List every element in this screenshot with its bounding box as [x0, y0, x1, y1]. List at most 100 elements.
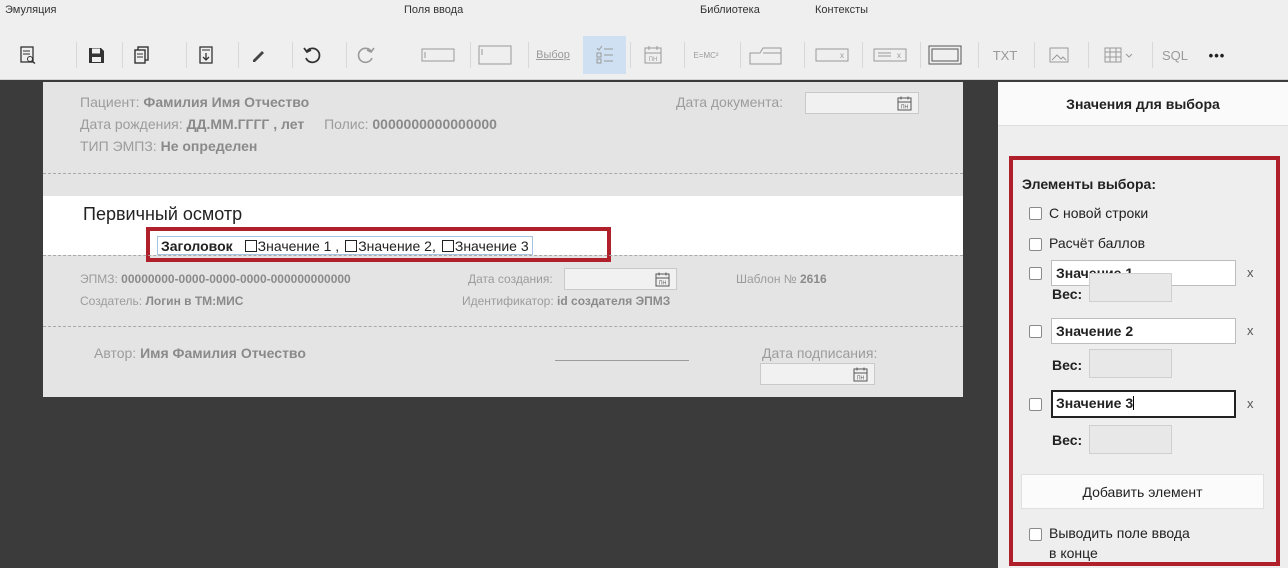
output-at-end-label-line2: в конце [1049, 545, 1098, 561]
item-2-value-input[interactable]: Значение 2 [1051, 318, 1236, 344]
copy-button[interactable] [122, 36, 162, 74]
patient-value: Фамилия Имя Отчество [143, 94, 310, 110]
creator-value: Логин в ТМ:МИС [145, 294, 244, 308]
redo-icon [357, 47, 375, 64]
identifier-label: Идентификатор: [462, 294, 554, 308]
group-label-input-fields: Поля ввода [404, 4, 464, 16]
block-icon [749, 47, 782, 65]
author-row: Автор: Имя Фамилия Отчество [94, 345, 306, 361]
text-cursor [1133, 396, 1135, 410]
svg-text:ПН: ПН [659, 281, 667, 287]
checkbox-group-field[interactable]: Заголовок Значение 1 , Значение 2, Значе… [157, 236, 533, 255]
preview-icon [20, 46, 36, 64]
item-3-checkbox[interactable] [1029, 398, 1042, 411]
svg-text:x: x [840, 51, 844, 60]
output-at-end-checkbox[interactable] [1029, 528, 1042, 541]
doc-date-input[interactable]: ПН [805, 92, 919, 114]
context-text-button[interactable]: x [862, 36, 918, 74]
score-checkbox[interactable] [1029, 238, 1042, 251]
item-3-value-input[interactable]: Значение 3 [1051, 390, 1236, 418]
doc-date-label: Дата документа: [676, 94, 784, 110]
sql-button[interactable]: SQL [1152, 36, 1198, 74]
group-label-contexts: Контексты [815, 4, 869, 16]
table-icon [1104, 47, 1133, 63]
txt-label: TXT [992, 47, 1018, 63]
text-field-icon [421, 48, 455, 62]
checkbox[interactable] [244, 239, 257, 252]
toolbar: Эмуляция Поля ввода Библиотека Контексты… [0, 0, 1288, 80]
created-date-label: Дата создания: [468, 272, 553, 286]
text-field-button[interactable] [410, 36, 466, 74]
preview-button[interactable] [8, 36, 48, 74]
edit-button[interactable] [238, 36, 278, 74]
more-button[interactable]: ••• [1198, 36, 1236, 74]
context-text-icon: x [873, 48, 907, 62]
save-icon [88, 47, 104, 63]
policy-value: 0000000000000000 [372, 116, 497, 132]
calendar-icon: ПН [644, 46, 662, 64]
context-field-button[interactable]: x [804, 36, 860, 74]
txt-button[interactable]: TXT [978, 36, 1032, 74]
textarea-icon [478, 45, 512, 65]
choice-label: Выбор [536, 49, 570, 61]
type-row: ТИП ЭМПЗ: Не определен [80, 138, 257, 154]
item-2-remove-button[interactable]: x [1247, 323, 1254, 338]
template-value: 2616 [800, 272, 827, 286]
checklist-button[interactable] [583, 36, 626, 74]
checkbox[interactable] [345, 239, 358, 252]
add-element-button[interactable]: Добавить элемент [1021, 474, 1264, 509]
type-value: Не определен [160, 138, 258, 154]
formula-label: E=MC² [693, 50, 719, 60]
document-canvas: Пациент: Фамилия Имя Отчество Дата рожде… [43, 82, 963, 397]
textarea-button[interactable] [470, 36, 520, 74]
item-3-weight-input[interactable] [1089, 425, 1172, 454]
frame-icon [928, 45, 962, 65]
dob-value: ДД.ММ.ГГГГ , лет [186, 116, 305, 132]
pencil-icon [253, 51, 264, 62]
undo-icon [303, 47, 321, 64]
save-button[interactable] [76, 36, 116, 74]
item-3-value: Значение 3 [1056, 395, 1134, 411]
calendar-icon[interactable]: ПН [853, 367, 868, 382]
frame-button[interactable] [920, 36, 970, 74]
item-1-checkbox[interactable] [1029, 267, 1042, 280]
date-field-button[interactable]: ПН [630, 36, 676, 74]
item-2-checkbox[interactable] [1029, 325, 1042, 338]
redo-button[interactable] [346, 36, 386, 74]
svg-text:ПН: ПН [901, 105, 909, 111]
dob-row: Дата рождения: ДД.ММ.ГГГГ , лет Полис: 0… [80, 116, 497, 132]
signed-date-input[interactable]: ПН [760, 363, 875, 385]
group-label-library: Библиотека [700, 4, 760, 16]
sql-label: SQL [1161, 47, 1188, 63]
checkbox-header: Заголовок [161, 237, 233, 254]
new-line-checkbox[interactable] [1029, 207, 1042, 220]
formula-button[interactable]: E=MC² [684, 36, 728, 74]
item-3-weight-label: Вес: [1052, 432, 1083, 448]
item-2-weight-input[interactable] [1089, 349, 1172, 378]
epmz-value: 00000000-0000-0000-0000-000000000000 [121, 272, 351, 286]
author-label: Автор: [94, 345, 137, 361]
image-button[interactable] [1034, 36, 1084, 74]
svg-text:ПН: ПН [857, 376, 865, 382]
undo-button[interactable] [292, 36, 332, 74]
calendar-icon[interactable]: ПН [897, 96, 912, 111]
patient-label: Пациент: [80, 94, 140, 110]
checkbox[interactable] [441, 239, 454, 252]
highlight-frame: Заголовок Значение 1 , Значение 2, Значе… [146, 227, 611, 262]
library-block-button[interactable] [740, 36, 792, 74]
item-1-remove-button[interactable]: x [1247, 265, 1254, 280]
item-1-weight-input[interactable] [1089, 273, 1172, 302]
import-button[interactable] [186, 36, 226, 74]
item-3-remove-button[interactable]: x [1247, 396, 1254, 411]
calendar-icon[interactable]: ПН [655, 272, 670, 287]
divider [43, 326, 963, 327]
checkbox-value-1: Значение 1 , [257, 237, 340, 254]
checkbox-value-2: Значение 2, [358, 237, 436, 254]
svg-text:ПН: ПН [649, 57, 658, 63]
created-date-input[interactable]: ПН [564, 268, 677, 290]
item-2-value: Значение 2 [1056, 323, 1134, 339]
choice-button[interactable]: Выбор [528, 36, 578, 74]
table-button[interactable] [1088, 36, 1150, 74]
policy-label: Полис: [324, 116, 369, 132]
section-title: Первичный осмотр [83, 204, 243, 224]
